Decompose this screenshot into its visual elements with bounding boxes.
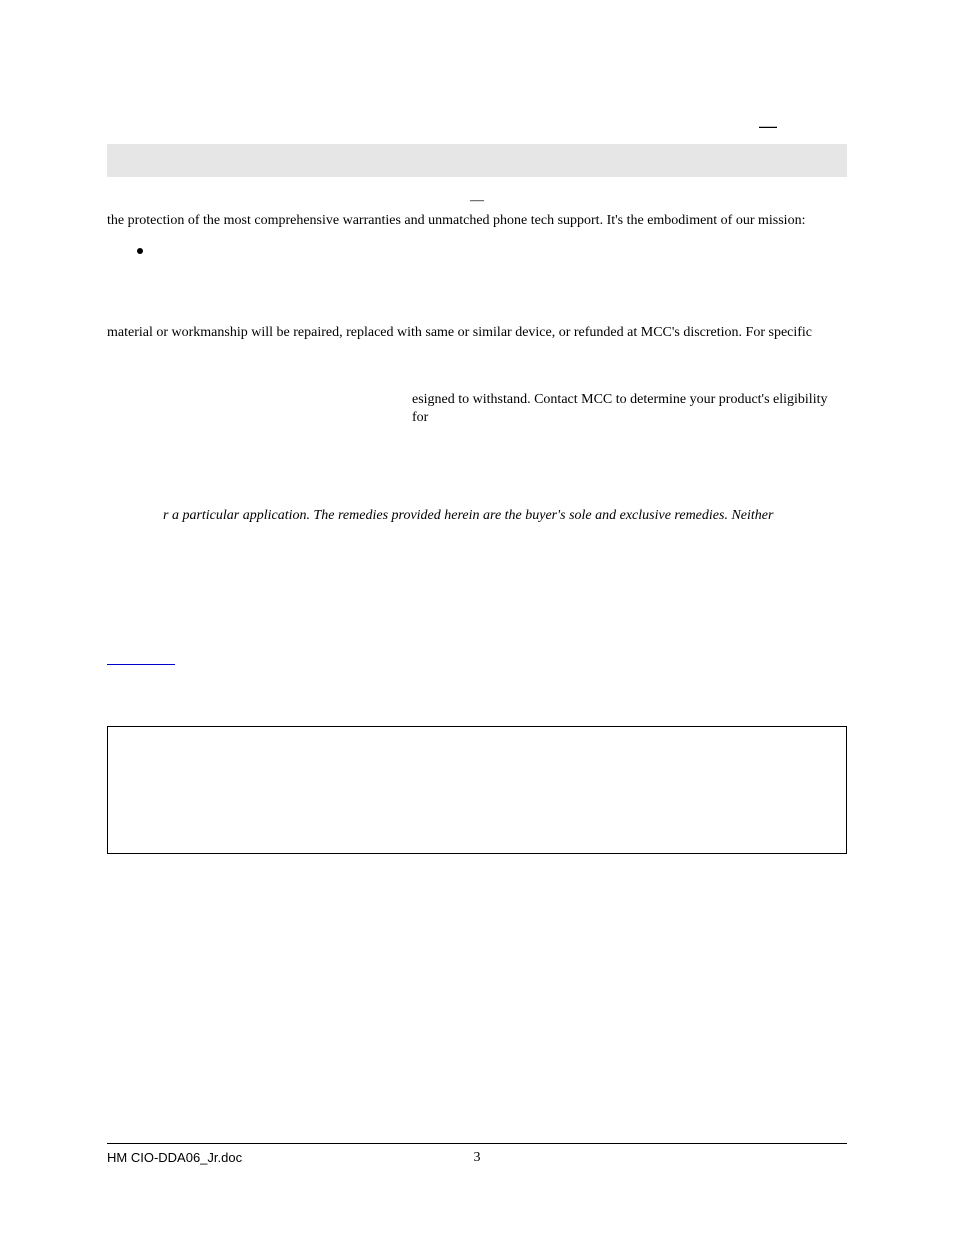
center-dash: — [107,192,847,210]
footer-rule [107,1143,847,1144]
document-page: — — the protection of the most comprehen… [0,0,954,1235]
content-box [107,726,847,854]
footer-page-number: 3 [107,1150,847,1166]
top-mark: — [759,116,777,137]
paragraph-1: the protection of the most comprehensive… [107,212,847,230]
hyperlink-underline [107,663,175,665]
heading-bar [107,144,847,177]
page-footer: HM CIO-DDA06_Jr.doc 3 [107,1143,847,1165]
paragraph-3: esigned to withstand. Contact MCC to det… [107,391,847,427]
paragraph-2: material or workmanship will be repaired… [107,324,847,342]
body-content: — the protection of the most comprehensi… [107,192,847,671]
bullet-item [137,242,847,254]
paragraph-4-italic: r a particular application. The remedies… [107,507,847,525]
